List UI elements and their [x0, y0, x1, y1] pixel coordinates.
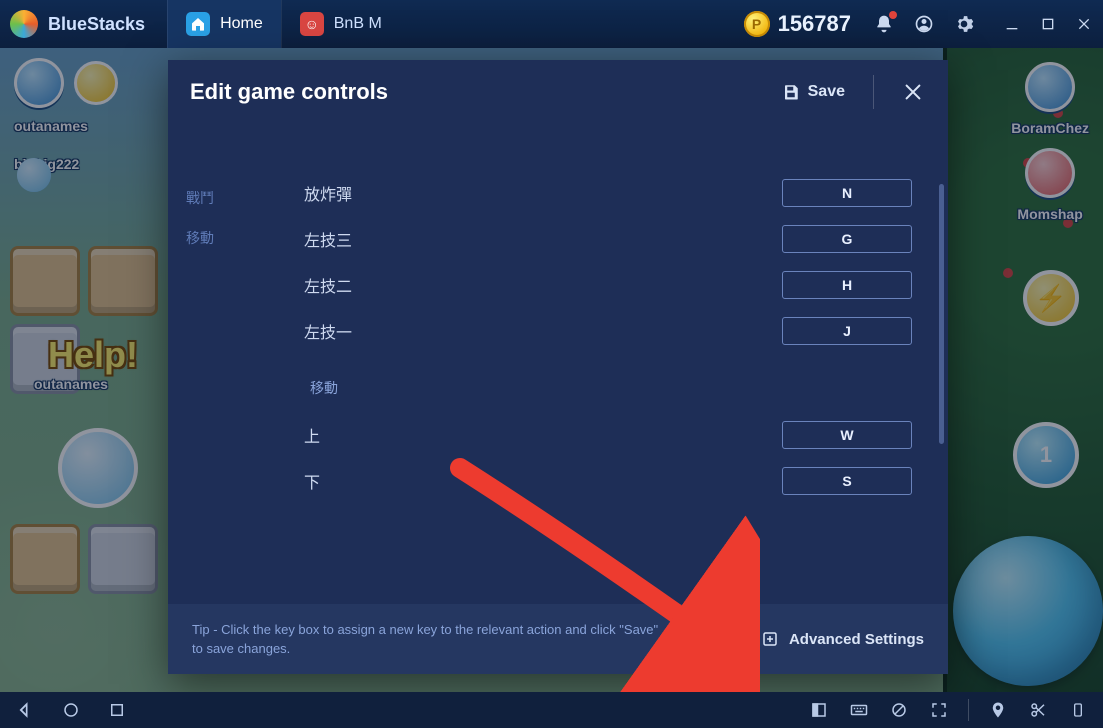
- minimize-button[interactable]: [1003, 15, 1021, 33]
- scissors-icon[interactable]: [1027, 699, 1049, 721]
- action-label: 下: [304, 469, 564, 493]
- maximize-button[interactable]: [1039, 15, 1057, 33]
- dialog-sidenav: 戰鬥 移動: [168, 124, 288, 604]
- action-label: 左技三: [304, 227, 564, 251]
- action-label: 左技二: [304, 273, 564, 297]
- home-icon: [186, 12, 210, 36]
- scrollbar[interactable]: [939, 184, 944, 444]
- dialog-title: Edit game controls: [190, 79, 772, 105]
- action-label: 放炸彈: [304, 181, 564, 205]
- advanced-settings-button[interactable]: Advanced Settings: [740, 619, 924, 659]
- close-dialog-button[interactable]: [900, 79, 926, 105]
- settings-gear-icon[interactable]: [953, 13, 975, 35]
- game-icon: ☺: [300, 12, 324, 36]
- fullscreen-icon[interactable]: [928, 699, 950, 721]
- sidenav-move[interactable]: 移動: [186, 218, 288, 258]
- close-window-button[interactable]: [1075, 15, 1093, 33]
- coin-balance: P 156787: [744, 11, 851, 37]
- brand-name: BlueStacks: [48, 14, 145, 35]
- recents-button[interactable]: [106, 699, 128, 721]
- key-input[interactable]: W: [782, 421, 912, 449]
- dialog-content: 放炸彈 N 左技三 G 左技二 H 左技一 J 移動 上: [288, 124, 948, 604]
- game-area: outanames bigbig222 Help! outanames Bora…: [0, 48, 1103, 692]
- disable-icon[interactable]: [888, 699, 910, 721]
- coin-icon: P: [744, 11, 770, 37]
- key-input[interactable]: H: [782, 271, 912, 299]
- advanced-settings-label: Advanced Settings: [789, 631, 924, 648]
- edit-controls-dialog: Edit game controls Save 戰鬥 移動 放炸彈 N: [168, 60, 948, 674]
- key-input[interactable]: J: [782, 317, 912, 345]
- save-button[interactable]: Save: [772, 77, 855, 107]
- key-input[interactable]: N: [782, 179, 912, 207]
- key-input[interactable]: S: [782, 467, 912, 495]
- sidenav-combat[interactable]: 戰鬥: [186, 178, 288, 218]
- bluestacks-logo-icon: [10, 10, 38, 38]
- gear-plus-icon: [761, 630, 779, 648]
- tab-game-label: BnB M: [334, 15, 382, 33]
- location-icon[interactable]: [987, 699, 1009, 721]
- android-nav-bar: [0, 692, 1103, 728]
- rotate-icon[interactable]: [1067, 699, 1089, 721]
- action-label: 上: [304, 423, 564, 447]
- account-icon[interactable]: [913, 13, 935, 35]
- tab-home-label: Home: [220, 15, 263, 33]
- tab-game[interactable]: ☺ BnB M: [281, 0, 400, 48]
- section-title-move: 移動: [310, 378, 912, 398]
- title-bar: BlueStacks Home ☺ BnB M P 156787: [0, 0, 1103, 48]
- home-nav-button[interactable]: [60, 699, 82, 721]
- keyboard-icon[interactable]: [848, 699, 870, 721]
- back-button[interactable]: [14, 699, 36, 721]
- tip-text: Tip - Click the key box to assign a new …: [192, 620, 672, 659]
- save-disk-icon: [782, 83, 800, 101]
- notifications-icon[interactable]: [873, 13, 895, 35]
- coin-value: 156787: [778, 11, 851, 37]
- key-input[interactable]: G: [782, 225, 912, 253]
- toggle-sidebar-icon[interactable]: [808, 699, 830, 721]
- save-label: Save: [808, 83, 845, 101]
- action-label: 左技一: [304, 319, 564, 343]
- tab-home[interactable]: Home: [167, 0, 281, 48]
